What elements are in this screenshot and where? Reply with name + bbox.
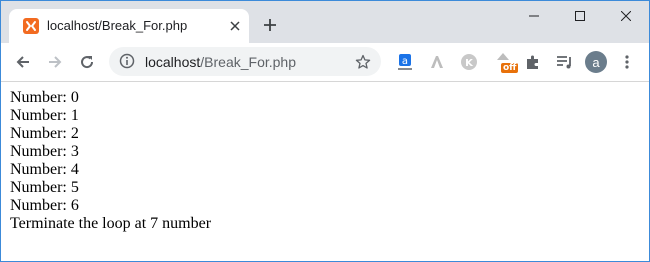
tab-strip: localhost/Break_For.php: [1, 1, 649, 43]
output-line: Number: 2: [10, 125, 79, 142]
php-output: Number: 0 Number: 1 Number: 2 Number: 3 …: [10, 89, 211, 233]
k-extension-icon[interactable]: K: [457, 50, 481, 74]
output-line: Number: 6: [10, 197, 79, 214]
extension-badge: off: [501, 63, 519, 73]
output-line: Number: 1: [10, 107, 79, 124]
output-line: Terminate the loop at 7 number: [10, 215, 212, 232]
page-content: Number: 0 Number: 1 Number: 2 Number: 3 …: [1, 82, 649, 261]
browser-window: localhost/Break_For.php localhost/Break_…: [0, 0, 650, 262]
svg-text:a: a: [402, 56, 408, 67]
browser-toolbar: localhost/Break_For.php a K off a: [1, 43, 649, 82]
minimize-icon[interactable]: [511, 1, 557, 31]
site-info-icon[interactable]: [115, 49, 139, 73]
close-window-icon[interactable]: [603, 1, 649, 31]
media-control-icon[interactable]: [553, 50, 577, 74]
output-line: Number: 4: [10, 161, 79, 178]
url-text: localhost/Break_For.php: [145, 54, 296, 70]
menu-kebab-icon[interactable]: [615, 50, 639, 74]
off-extension-icon[interactable]: off: [491, 50, 519, 74]
tab-title: localhost/Break_For.php: [47, 18, 188, 33]
back-arrow-icon[interactable]: [11, 50, 35, 74]
output-line: Number: 5: [10, 179, 79, 196]
new-tab-plus-icon[interactable]: [260, 15, 280, 35]
output-line: Number: 3: [10, 143, 79, 160]
reload-icon[interactable]: [75, 50, 99, 74]
url-host: localhost: [145, 54, 201, 70]
output-line: Number: 0: [10, 89, 79, 106]
url-path: /Break_For.php: [200, 54, 296, 70]
forward-arrow-icon[interactable]: [43, 50, 67, 74]
puzzle-extensions-icon[interactable]: [521, 50, 545, 74]
arc-extension-icon[interactable]: [425, 50, 449, 74]
close-tab-icon[interactable]: [227, 18, 243, 34]
translate-extension-icon[interactable]: a: [393, 50, 417, 74]
xampp-icon: [23, 18, 39, 34]
browser-tab[interactable]: localhost/Break_For.php: [9, 9, 249, 43]
address-bar[interactable]: localhost/Break_For.php: [109, 47, 381, 76]
bookmark-star-icon[interactable]: [351, 50, 375, 74]
svg-text:K: K: [465, 58, 474, 69]
profile-avatar[interactable]: a: [585, 51, 607, 73]
maximize-icon[interactable]: [557, 1, 603, 31]
